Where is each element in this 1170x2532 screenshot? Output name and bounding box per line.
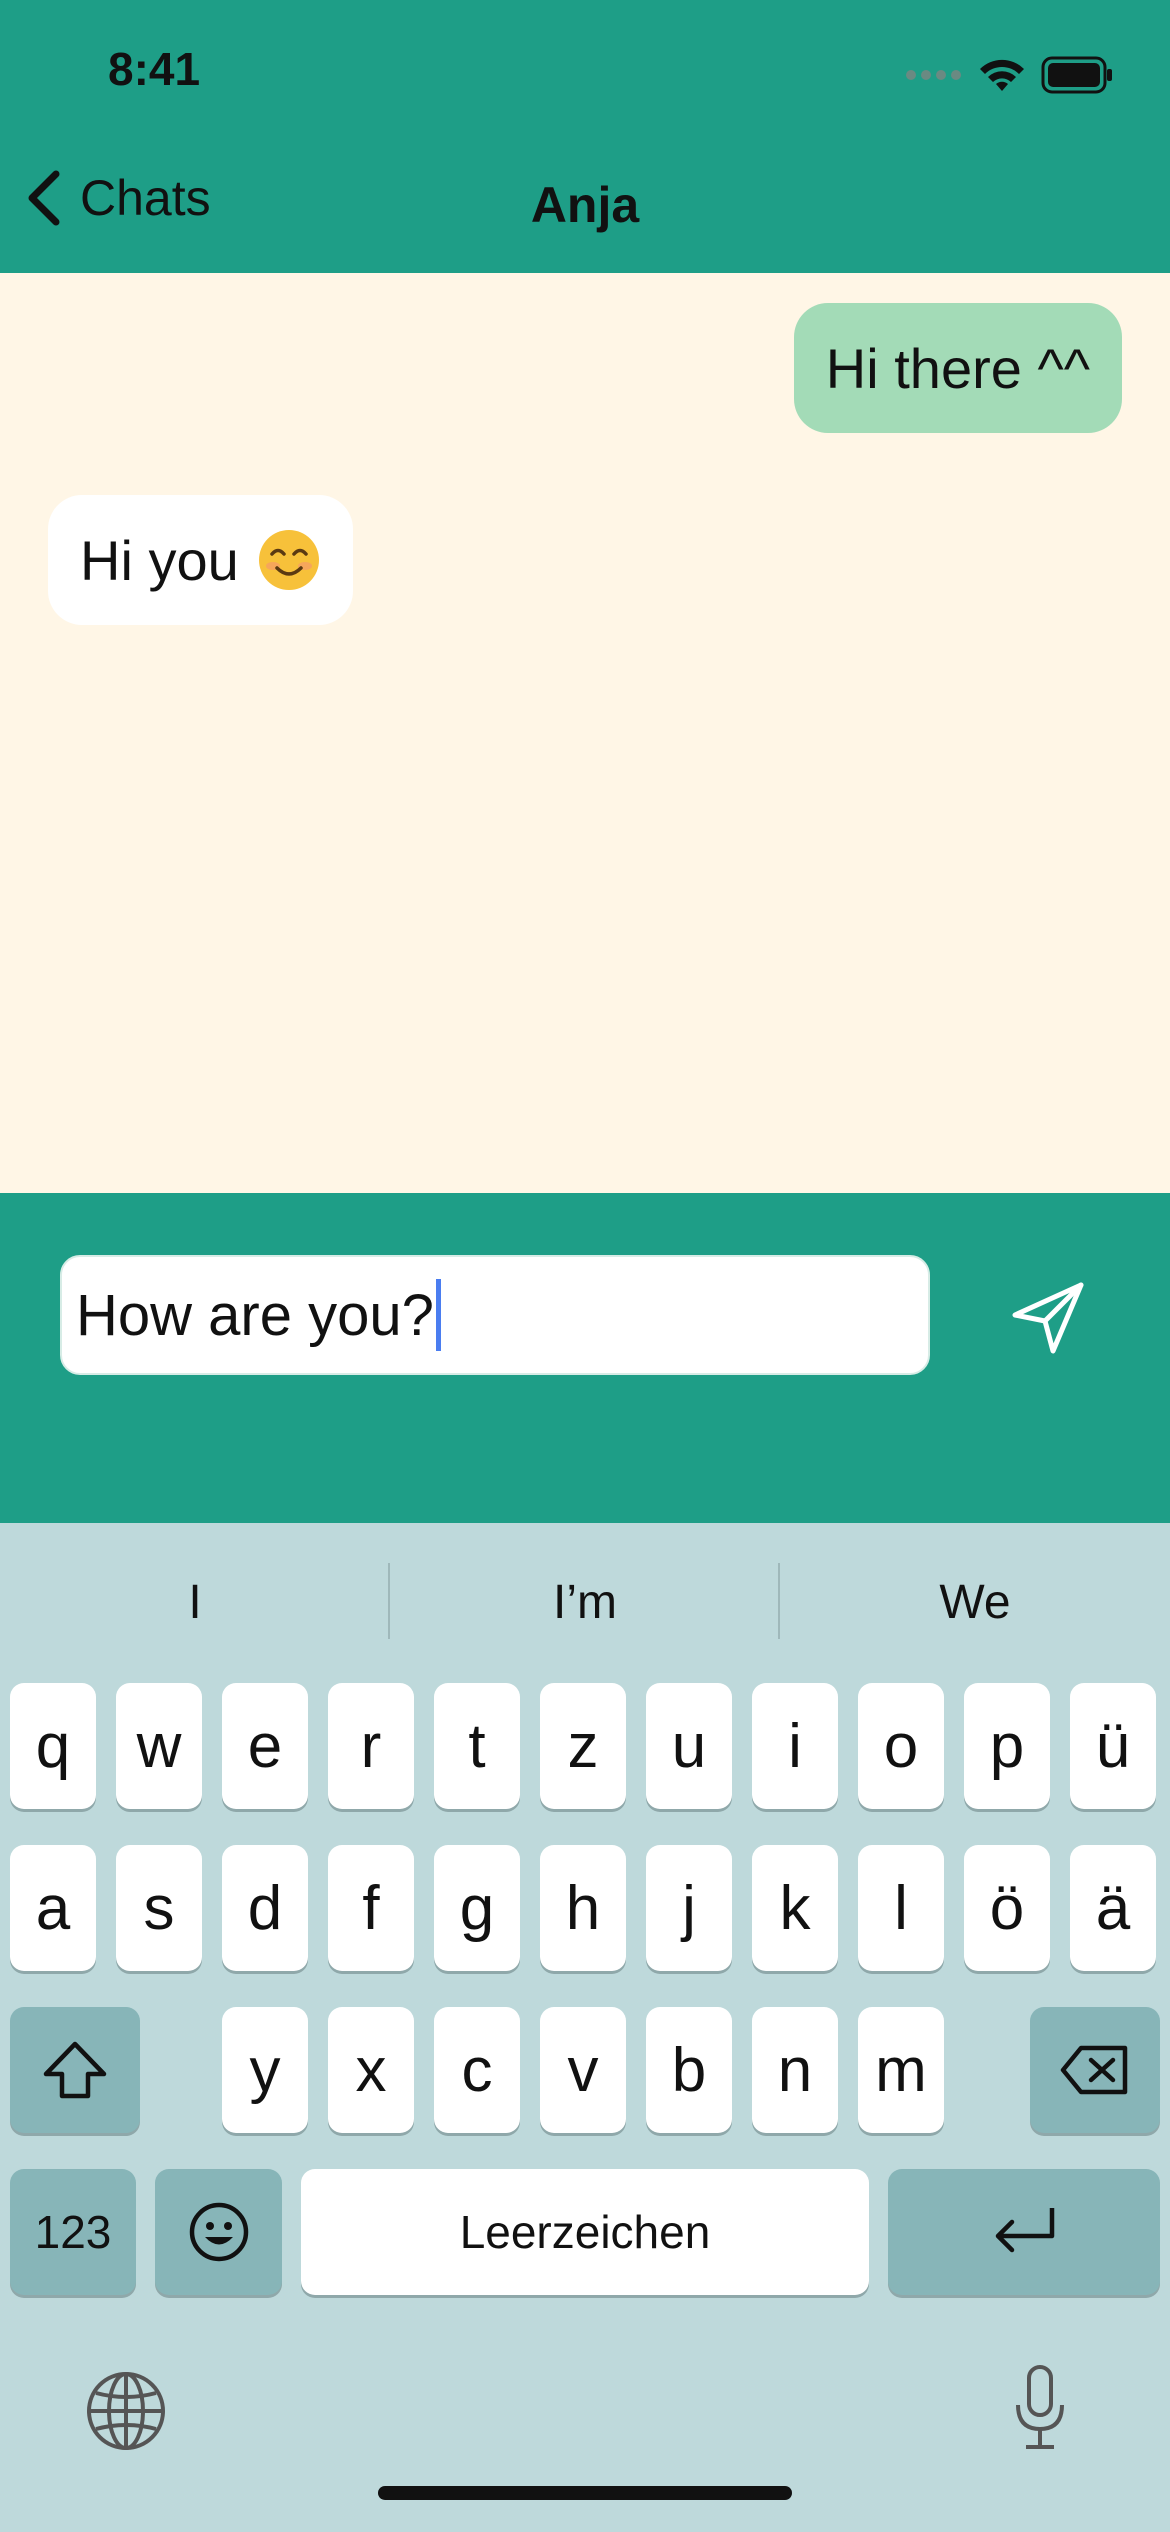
emoji-key[interactable]: [155, 2169, 282, 2295]
shift-arrow-icon: [43, 2041, 107, 2099]
return-key[interactable]: [888, 2169, 1160, 2295]
smiling-face-emoji-icon: [258, 530, 319, 590]
key-row1-6[interactable]: z: [540, 1683, 626, 1809]
incoming-message-text: Hi you: [80, 528, 239, 592]
key-row3-1[interactable]: y: [222, 2007, 308, 2133]
key-row1-3[interactable]: e: [222, 1683, 308, 1809]
composer-bar: How are you?: [0, 1193, 1170, 1523]
key-row1-4[interactable]: r: [328, 1683, 414, 1809]
key-row1-1[interactable]: q: [10, 1683, 96, 1809]
incoming-message[interactable]: Hi you: [48, 495, 353, 625]
suggestion-3[interactable]: We: [780, 1563, 1170, 1643]
message-input[interactable]: How are you?: [60, 1255, 930, 1375]
key-row3-5[interactable]: b: [646, 2007, 732, 2133]
globe-button[interactable]: [84, 2369, 168, 2453]
backspace-icon: [1060, 2045, 1128, 2095]
return-arrow-icon: [995, 2208, 1055, 2253]
key-row3-6[interactable]: n: [752, 2007, 838, 2133]
battery-icon: [1041, 56, 1112, 94]
key-row1-8[interactable]: i: [752, 1683, 838, 1809]
key-row1-9[interactable]: o: [858, 1683, 944, 1809]
chat-title: Anja: [530, 177, 640, 233]
key-row3-7[interactable]: m: [858, 2007, 944, 2133]
suggestion-2[interactable]: I’m: [390, 1563, 780, 1643]
space-key[interactable]: Leerzeichen: [301, 2169, 869, 2295]
smiley-icon: [189, 2202, 248, 2262]
key-row2-9[interactable]: l: [858, 1845, 944, 1971]
key-row1-2[interactable]: w: [116, 1683, 202, 1809]
outgoing-message[interactable]: Hi there ^^: [793, 303, 1122, 433]
key-row3-2[interactable]: x: [328, 2007, 414, 2133]
key-row2-3[interactable]: d: [222, 1845, 308, 1971]
wifi-icon: [980, 59, 1024, 91]
key-row1-7[interactable]: u: [646, 1683, 732, 1809]
send-button[interactable]: [1005, 1275, 1091, 1361]
signal-dots-icon: [906, 70, 961, 80]
key-row2-4[interactable]: f: [328, 1845, 414, 1971]
key-row2-10[interactable]: ö: [964, 1845, 1050, 1971]
outgoing-message-text: Hi there ^^: [825, 336, 1090, 400]
key-row2-5[interactable]: g: [434, 1845, 520, 1971]
header-bar: 8:41 Chats Anja: [0, 0, 1170, 273]
key-row3-3[interactable]: c: [434, 2007, 520, 2133]
key-row2-6[interactable]: h: [540, 1845, 626, 1971]
key-row3-4[interactable]: v: [540, 2007, 626, 2133]
key-row1-11[interactable]: ü: [1070, 1683, 1156, 1809]
microphone-icon: [1016, 2365, 1064, 2449]
chat-area[interactable]: Hi there ^^ Hi you: [0, 273, 1170, 1193]
message-input-text: How are you?: [76, 1282, 434, 1348]
paper-plane-icon: [1012, 1282, 1084, 1354]
key-row2-7[interactable]: j: [646, 1845, 732, 1971]
key-row1-5[interactable]: t: [434, 1683, 520, 1809]
key-row2-8[interactable]: k: [752, 1845, 838, 1971]
dictation-button[interactable]: [1010, 2363, 1070, 2453]
text-caret: [435, 1279, 441, 1351]
status-time: 8:41: [108, 43, 201, 95]
keyboard: I I’m We qwertzuiopü asdfghjklöä yxcvbnm…: [0, 1523, 1170, 2532]
numbers-key[interactable]: 123: [10, 2169, 136, 2295]
delete-key[interactable]: [1030, 2007, 1160, 2133]
suggestion-1[interactable]: I: [0, 1563, 390, 1643]
key-row2-2[interactable]: s: [116, 1845, 202, 1971]
globe-icon: [87, 2372, 165, 2450]
status-icons: [905, 50, 1115, 100]
key-row2-1[interactable]: a: [10, 1845, 96, 1971]
key-row2-11[interactable]: ä: [1070, 1845, 1156, 1971]
key-row1-10[interactable]: p: [964, 1683, 1050, 1809]
home-indicator: [378, 2486, 792, 2500]
shift-key[interactable]: [10, 2007, 140, 2133]
